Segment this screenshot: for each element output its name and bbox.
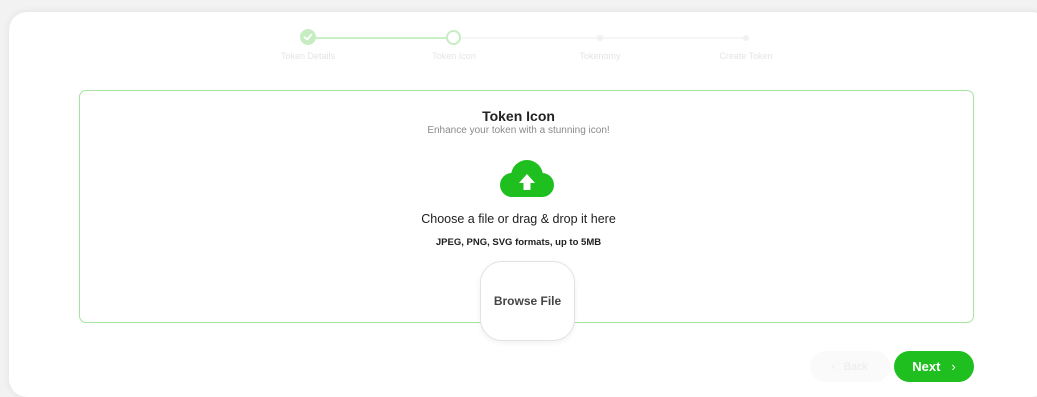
step-3-label: Tokenomy (579, 51, 621, 61)
next-button[interactable]: Next › (894, 351, 974, 382)
allowed-formats-text: JPEG, PNG, SVG formats, up to 5MB (435, 237, 602, 248)
chevron-left-icon: ‹ (831, 360, 836, 373)
section-title: Token Icon (482, 108, 555, 124)
next-button-label: Next (912, 359, 941, 374)
dropzone-instructions: Choose a file or drag & drop it here (421, 212, 616, 226)
stepper: Token Details Token Icon Tokenomy Create… (0, 0, 1037, 70)
cloud-upload-icon[interactable] (499, 159, 555, 199)
chevron-right-icon: › (951, 359, 956, 374)
browse-file-button[interactable]: Browse File (480, 261, 575, 341)
section-subtitle: Enhance your token with a stunning icon! (427, 125, 610, 136)
step-4-label: Create Token (719, 51, 773, 61)
stepper-line-completed (308, 37, 454, 39)
step-2-label: Token Icon (432, 51, 476, 61)
step-1-label: Token Details (280, 51, 336, 61)
step-1-indicator[interactable] (300, 29, 316, 45)
step-3-indicator[interactable] (597, 35, 603, 41)
step-4-indicator[interactable] (743, 35, 749, 41)
back-button-label: Back (843, 360, 869, 373)
back-button[interactable]: ‹ Back (810, 351, 890, 382)
step-2-indicator[interactable] (446, 30, 461, 45)
checkmark-icon (303, 33, 313, 41)
